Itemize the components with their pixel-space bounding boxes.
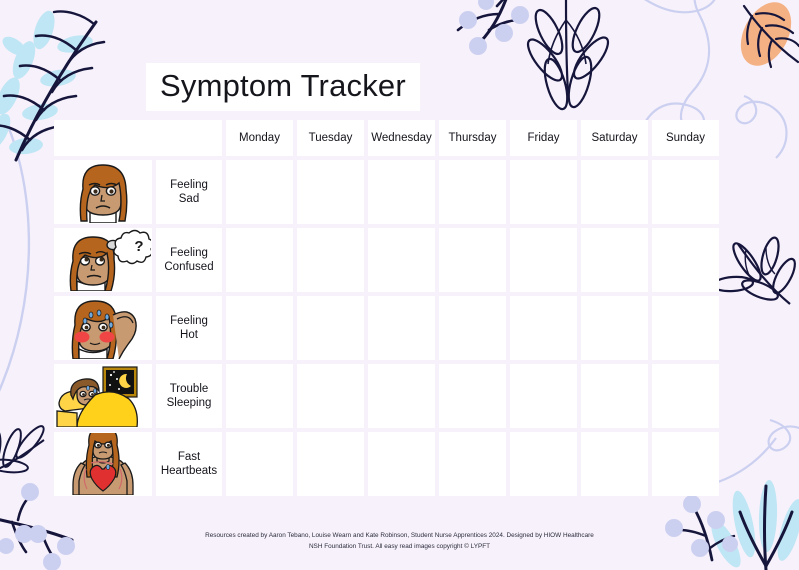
- row-label-feeling-sad: Feeling Sad: [156, 160, 222, 224]
- cell-hot-monday[interactable]: [226, 296, 293, 360]
- row-label-fast-heartbeats: Fast Heartbeats: [156, 432, 222, 496]
- cell-hot-saturday[interactable]: [581, 296, 648, 360]
- row-label-line1: Fast: [177, 451, 201, 463]
- row-label-line2: Sad: [178, 193, 200, 205]
- confused-face-image: ?: [54, 228, 152, 292]
- cell-sad-wednesday[interactable]: [368, 160, 435, 224]
- header-corner-cell: [54, 120, 222, 156]
- row-label-line1: Feeling: [170, 315, 208, 327]
- table-row: ? Feeling Confused: [54, 228, 719, 292]
- cell-confused-wednesday[interactable]: [368, 228, 435, 292]
- row-label-line2: Confused: [164, 261, 214, 273]
- table-row: Feeling Hot: [54, 296, 719, 360]
- cell-confused-friday[interactable]: [510, 228, 577, 292]
- footer-line-1: Resources created by Aaron Tebano, Louis…: [205, 532, 594, 539]
- table-row: Trouble Sleeping: [54, 364, 719, 428]
- cell-heartbeat-tuesday[interactable]: [297, 432, 364, 496]
- cell-sleeping-friday[interactable]: [510, 364, 577, 428]
- cell-sad-saturday[interactable]: [581, 160, 648, 224]
- row-label-line2: Sleeping: [166, 397, 212, 409]
- page-title-box: Symptom Tracker: [146, 63, 420, 111]
- header-wednesday: Wednesday: [368, 120, 435, 156]
- cell-sad-tuesday[interactable]: [297, 160, 364, 224]
- row-label-line1: Trouble: [169, 383, 209, 395]
- cell-sad-friday[interactable]: [510, 160, 577, 224]
- cell-confused-thursday[interactable]: [439, 228, 506, 292]
- cell-hot-sunday[interactable]: [652, 296, 719, 360]
- header-tuesday: Tuesday: [297, 120, 364, 156]
- table-header-row: Monday Tuesday Wednesday Thursday Friday…: [54, 120, 719, 156]
- cell-heartbeat-friday[interactable]: [510, 432, 577, 496]
- row-label-line1: Feeling: [170, 247, 208, 259]
- footer-line-2: NSH Foundation Trust. All easy read imag…: [308, 543, 491, 550]
- cell-heartbeat-wednesday[interactable]: [368, 432, 435, 496]
- header-friday: Friday: [510, 120, 577, 156]
- worksheet-page: Symptom Tracker Monday Tuesday Wednesday…: [0, 0, 799, 570]
- cell-confused-saturday[interactable]: [581, 228, 648, 292]
- cell-sad-thursday[interactable]: [439, 160, 506, 224]
- cell-confused-monday[interactable]: [226, 228, 293, 292]
- row-label-feeling-confused: Feeling Confused: [156, 228, 222, 292]
- row-label-line1: Feeling: [170, 179, 208, 191]
- header-monday: Monday: [226, 120, 293, 156]
- trouble-sleeping-image: [54, 364, 152, 428]
- page-title: Symptom Tracker: [160, 68, 406, 103]
- svg-text:?: ?: [134, 238, 143, 255]
- cell-heartbeat-sunday[interactable]: [652, 432, 719, 496]
- cell-sleeping-saturday[interactable]: [581, 364, 648, 428]
- symptom-tracker-table: Monday Tuesday Wednesday Thursday Friday…: [50, 116, 723, 500]
- fast-heartbeat-image: [54, 432, 152, 496]
- cell-sleeping-sunday[interactable]: [652, 364, 719, 428]
- row-label-feeling-hot: Feeling Hot: [156, 296, 222, 360]
- cell-hot-tuesday[interactable]: [297, 296, 364, 360]
- cell-sleeping-tuesday[interactable]: [297, 364, 364, 428]
- cell-heartbeat-saturday[interactable]: [581, 432, 648, 496]
- cell-hot-wednesday[interactable]: [368, 296, 435, 360]
- cell-sad-monday[interactable]: [226, 160, 293, 224]
- row-label-line2: Hot: [180, 329, 198, 341]
- row-label-trouble-sleeping: Trouble Sleeping: [156, 364, 222, 428]
- footer-credits: Resources created by Aaron Tebano, Louis…: [0, 530, 799, 552]
- header-saturday: Saturday: [581, 120, 648, 156]
- cell-sleeping-wednesday[interactable]: [368, 364, 435, 428]
- cell-confused-sunday[interactable]: [652, 228, 719, 292]
- header-thursday: Thursday: [439, 120, 506, 156]
- table-row: Fast Heartbeats: [54, 432, 719, 496]
- cell-confused-tuesday[interactable]: [297, 228, 364, 292]
- cell-sad-sunday[interactable]: [652, 160, 719, 224]
- cell-heartbeat-thursday[interactable]: [439, 432, 506, 496]
- cell-sleeping-thursday[interactable]: [439, 364, 506, 428]
- cell-hot-friday[interactable]: [510, 296, 577, 360]
- hot-flush-image: [54, 296, 152, 360]
- cell-sleeping-monday[interactable]: [226, 364, 293, 428]
- cell-heartbeat-monday[interactable]: [226, 432, 293, 496]
- cell-hot-thursday[interactable]: [439, 296, 506, 360]
- header-sunday: Sunday: [652, 120, 719, 156]
- sad-face-image: [54, 160, 152, 224]
- table-row: Feeling Sad: [54, 160, 719, 224]
- row-label-line2: Heartbeats: [160, 465, 218, 477]
